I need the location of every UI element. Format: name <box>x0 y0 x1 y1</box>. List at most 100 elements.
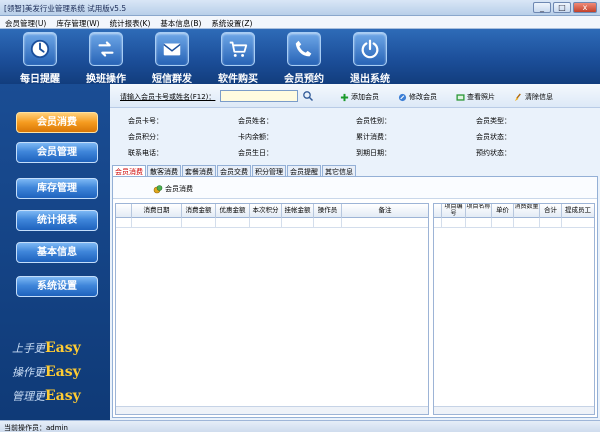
slogan-prefix: 上手更 <box>12 342 45 355</box>
sidebar-item-inventory-management[interactable]: 库存管理 <box>16 178 98 199</box>
horizontal-scrollbar[interactable] <box>116 406 428 414</box>
table-cell <box>132 218 182 228</box>
slogan-line-3: 管理更Easy <box>12 388 81 404</box>
tab-points-management[interactable]: 积分管理 <box>252 165 286 176</box>
clear-info-button[interactable]: 清除信息 <box>514 92 553 102</box>
cart-icon <box>221 32 255 66</box>
slogan-word: Easy <box>45 364 81 380</box>
plus-icon <box>340 93 349 101</box>
menu-system-settings[interactable]: 系统设置(Z) <box>206 16 257 28</box>
tab-panel: 会员消费 消费日期 消费金额 优惠金额 本次积分 挂帐金额 操作员 备注 项目编… <box>112 176 598 418</box>
sms-mass-label: 短信群发 <box>152 74 192 85</box>
status-label: 会员状态： <box>476 133 511 141</box>
sms-mass-button[interactable]: 短信群发 <box>136 32 200 85</box>
sidebar-item-member-consume[interactable]: 会员消费 <box>16 112 98 133</box>
tab-other-info[interactable]: 其它信息 <box>322 165 356 176</box>
consume-items-grid[interactable]: 项目编号 项目名称 单价 消费数量 合计 提成员工 <box>433 203 595 415</box>
menu-basic-info[interactable]: 基本信息(B) <box>155 16 206 28</box>
col-total[interactable]: 合计 <box>540 204 562 218</box>
sidebar-item-statistics-report[interactable]: 统计报表 <box>16 210 98 231</box>
sidebar-item-system-settings[interactable]: 系统设置 <box>16 276 98 297</box>
view-photo-button[interactable]: 查看照片 <box>456 92 495 102</box>
row-indicator-header <box>434 204 442 218</box>
sidebar-item-basic-info[interactable]: 基本信息 <box>16 242 98 263</box>
col-quantity[interactable]: 消费数量 <box>514 204 540 218</box>
exit-system-button[interactable]: 退出系统 <box>334 32 398 85</box>
col-item-name[interactable]: 项目名称 <box>466 204 492 218</box>
slogan-line-2: 操作更Easy <box>12 364 81 380</box>
slogan-line-1: 上手更Easy <box>12 340 81 356</box>
slogan-prefix: 操作更 <box>12 366 45 379</box>
table-cell <box>540 218 562 228</box>
col-operator[interactable]: 操作员 <box>314 204 342 218</box>
member-booking-label: 会员预约 <box>284 74 324 85</box>
member-info-panel: 会员卡号： 会员姓名： 会员性别： 会员类型： 会员积分： 卡内余额： 累计消费… <box>110 108 600 164</box>
member-consume-label: 会员消费 <box>165 185 193 193</box>
col-points-earned[interactable]: 本次积分 <box>250 204 282 218</box>
view-photo-label: 查看照片 <box>467 93 495 101</box>
phone-icon <box>287 32 321 66</box>
col-credit-amount[interactable]: 挂帐金额 <box>282 204 314 218</box>
table-cell <box>514 218 540 228</box>
minimize-button[interactable]: _ <box>533 2 551 13</box>
daily-reminder-button[interactable]: 每日提醒 <box>4 32 68 85</box>
col-discount-amount[interactable]: 优惠金额 <box>216 204 250 218</box>
brush-icon <box>514 92 521 101</box>
row-indicator <box>116 218 132 228</box>
consume-history-grid[interactable]: 消费日期 消费金额 优惠金额 本次积分 挂帐金额 操作员 备注 <box>115 203 429 415</box>
table-cell <box>250 218 282 228</box>
tab-member-payment[interactable]: 会员交费 <box>217 165 251 176</box>
menu-statistics-report[interactable]: 统计报表(K) <box>105 16 156 28</box>
table-cell <box>442 218 466 228</box>
birthday-label: 会员生日： <box>238 149 273 157</box>
table-cell <box>216 218 250 228</box>
search-label: 请输入会员卡号或姓名(F12)： <box>120 93 216 101</box>
edit-member-button[interactable]: 修改会员 <box>398 92 437 102</box>
col-consume-amount[interactable]: 消费金额 <box>182 204 216 218</box>
points-label: 会员积分： <box>128 133 163 141</box>
member-consume-button[interactable]: 会员消费 <box>153 184 193 194</box>
col-commission-staff[interactable]: 提成员工 <box>562 204 594 218</box>
main-toolbar: 每日提醒 换班操作 短信群发 软件购买 会员预约 退出系统 <box>0 29 600 85</box>
table-cell <box>282 218 314 228</box>
consume-items-header: 项目编号 项目名称 单价 消费数量 合计 提成员工 <box>434 204 594 218</box>
sidebar-item-member-management[interactable]: 会员管理 <box>16 142 98 163</box>
window-title: [领智]美发行业管理系统 试用版v5.5 <box>4 4 127 13</box>
tab-member-consume[interactable]: 会员消费 <box>112 165 146 176</box>
panel-toolbar: 会员消费 <box>113 177 597 199</box>
booking-status-label: 预约状态： <box>476 149 511 157</box>
power-icon <box>353 32 387 66</box>
balance-label: 卡内余额： <box>238 133 273 141</box>
software-purchase-label: 软件购买 <box>218 74 258 85</box>
expire-date-label: 到期日期： <box>356 149 391 157</box>
col-consume-date[interactable]: 消费日期 <box>132 204 182 218</box>
member-search-input[interactable] <box>220 90 298 102</box>
col-remarks[interactable]: 备注 <box>342 204 428 218</box>
table-row[interactable] <box>434 218 594 228</box>
current-operator: 当前操作员：admin <box>4 424 68 432</box>
consume-history-header: 消费日期 消费金额 优惠金额 本次积分 挂帐金额 操作员 备注 <box>116 204 428 218</box>
search-row: 请输入会员卡号或姓名(F12)： 添加会员 修改会员 查看照片 清除信息 <box>110 84 600 108</box>
menu-inventory-management[interactable]: 库存管理(W) <box>51 16 104 28</box>
tab-walkin-consume[interactable]: 散客消费 <box>147 165 181 176</box>
close-button[interactable]: x <box>573 2 597 13</box>
slogan-word: Easy <box>45 388 81 404</box>
maximize-button[interactable]: □ <box>553 2 571 13</box>
main-content: 请输入会员卡号或姓名(F12)： 添加会员 修改会员 查看照片 清除信息 会员卡… <box>110 84 600 420</box>
col-unit-price[interactable]: 单价 <box>492 204 514 218</box>
horizontal-scrollbar[interactable] <box>434 406 594 414</box>
col-item-no[interactable]: 项目编号 <box>442 204 466 218</box>
tab-package-consume[interactable]: 套餐消费 <box>182 165 216 176</box>
menu-member-management[interactable]: 会员管理(U) <box>0 16 51 28</box>
member-booking-button[interactable]: 会员预约 <box>268 32 332 85</box>
add-member-button[interactable]: 添加会员 <box>340 92 379 102</box>
shift-change-button[interactable]: 换班操作 <box>70 32 134 85</box>
card-no-label: 会员卡号： <box>128 117 163 125</box>
swap-arrows-icon <box>89 32 123 66</box>
tab-member-reminder[interactable]: 会员提醒 <box>287 165 321 176</box>
software-purchase-button[interactable]: 软件购买 <box>202 32 266 85</box>
gender-label: 会员性别： <box>356 117 391 125</box>
row-indicator <box>434 218 442 228</box>
table-row[interactable] <box>116 218 428 228</box>
search-icon[interactable] <box>302 90 314 102</box>
